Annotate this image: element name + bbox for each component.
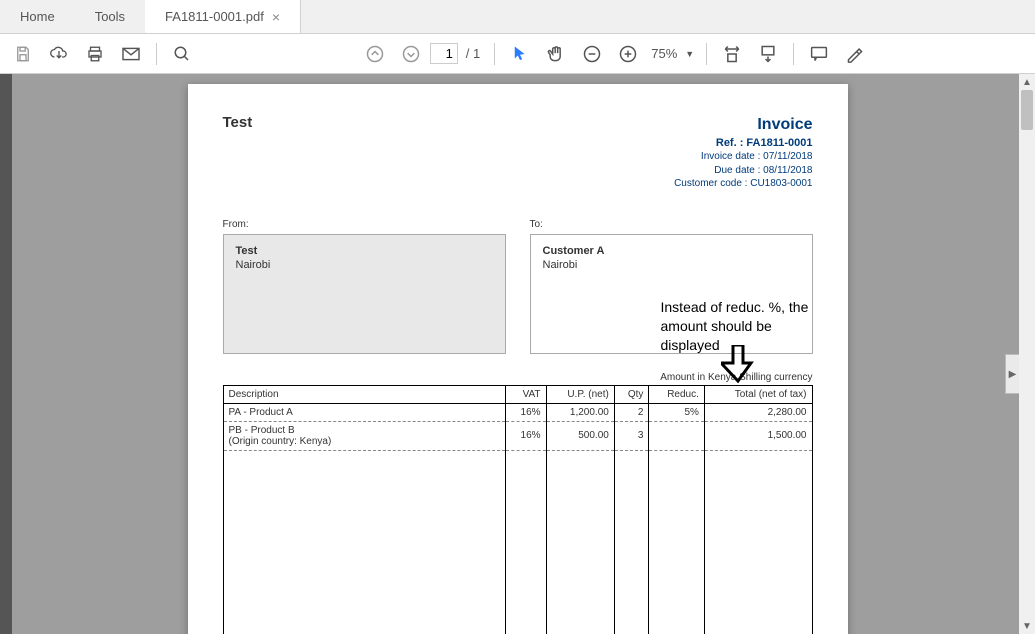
table-row: PB - Product B(Origin country: Kenya) 16… — [223, 421, 812, 450]
page-up-icon[interactable] — [358, 37, 392, 71]
due-date: Due date : 08/11/2018 — [674, 164, 812, 178]
tab-bar: Home Tools FA1811-0001.pdf × — [0, 0, 1035, 34]
zoom-in-icon[interactable] — [611, 37, 645, 71]
separator — [156, 43, 157, 65]
page-number-input[interactable] — [430, 43, 458, 64]
from-box: Test Nairobi — [223, 234, 506, 354]
zoom-value: 75% — [651, 46, 677, 61]
search-icon[interactable] — [165, 37, 199, 71]
scroll-down-icon[interactable]: ▼ — [1019, 618, 1035, 634]
col-total: Total (net of tax) — [704, 385, 812, 403]
hand-icon[interactable] — [539, 37, 573, 71]
vertical-scrollbar[interactable]: ▲ ▼ — [1019, 74, 1035, 634]
to-box: Customer A Nairobi Instead of reduc. %, … — [530, 234, 813, 354]
col-up: U.P. (net) — [546, 385, 614, 403]
company-name: Test — [223, 114, 253, 131]
page-down-icon[interactable] — [394, 37, 428, 71]
sign-icon[interactable] — [838, 37, 872, 71]
from-city: Nairobi — [236, 259, 493, 271]
page-total: / 1 — [460, 46, 486, 61]
invoice-title: Invoice — [674, 114, 812, 136]
table-empty-area — [223, 450, 812, 634]
scroll-thumb[interactable] — [1021, 90, 1033, 130]
tab-home[interactable]: Home — [0, 0, 75, 33]
zoom-select[interactable]: 75% ▼ — [647, 43, 698, 64]
from-name: Test — [236, 245, 493, 257]
arrow-down-icon — [721, 345, 755, 383]
separator — [793, 43, 794, 65]
col-vat: VAT — [506, 385, 546, 403]
mail-icon[interactable] — [114, 37, 148, 71]
to-city: Nairobi — [543, 259, 800, 271]
print-icon[interactable] — [78, 37, 112, 71]
cloud-upload-icon[interactable] — [42, 37, 76, 71]
table-row: PA - Product A 16% 1,200.00 2 5% 2,280.0… — [223, 403, 812, 421]
invoice-table: Description VAT U.P. (net) Qty Reduc. To… — [223, 385, 813, 634]
col-description: Description — [223, 385, 506, 403]
to-name: Customer A — [543, 245, 800, 257]
separator — [494, 43, 495, 65]
from-label: From: — [223, 219, 506, 230]
comment-icon[interactable] — [802, 37, 836, 71]
to-label: To: — [530, 219, 813, 230]
save-icon[interactable] — [6, 37, 40, 71]
pdf-page: Test Invoice Ref. : FA1811-0001 Invoice … — [188, 84, 848, 634]
invoice-meta: Invoice Ref. : FA1811-0001 Invoice date … — [674, 114, 812, 191]
nav-panel-edge[interactable] — [0, 74, 12, 634]
close-icon[interactable]: × — [272, 9, 280, 25]
tab-document-label: FA1811-0001.pdf — [165, 9, 264, 24]
toolbar: / 1 75% ▼ — [0, 34, 1035, 74]
chevron-down-icon: ▼ — [685, 49, 694, 59]
pointer-icon[interactable] — [503, 37, 537, 71]
tab-document[interactable]: FA1811-0001.pdf × — [145, 0, 301, 33]
document-viewer: Test Invoice Ref. : FA1811-0001 Invoice … — [0, 74, 1035, 634]
col-reduc: Reduc. — [649, 385, 705, 403]
customer-code: Customer code : CU1803-0001 — [674, 177, 812, 191]
invoice-date: Invoice date : 07/11/2018 — [674, 150, 812, 164]
zoom-out-icon[interactable] — [575, 37, 609, 71]
invoice-ref: Ref. : FA1811-0001 — [674, 136, 812, 151]
tab-tools[interactable]: Tools — [75, 0, 145, 33]
tools-pane-handle[interactable]: ▶ — [1005, 354, 1019, 394]
fit-width-icon[interactable] — [715, 37, 749, 71]
col-qty: Qty — [614, 385, 649, 403]
separator — [706, 43, 707, 65]
fit-page-icon[interactable] — [751, 37, 785, 71]
scroll-up-icon[interactable]: ▲ — [1019, 74, 1035, 90]
